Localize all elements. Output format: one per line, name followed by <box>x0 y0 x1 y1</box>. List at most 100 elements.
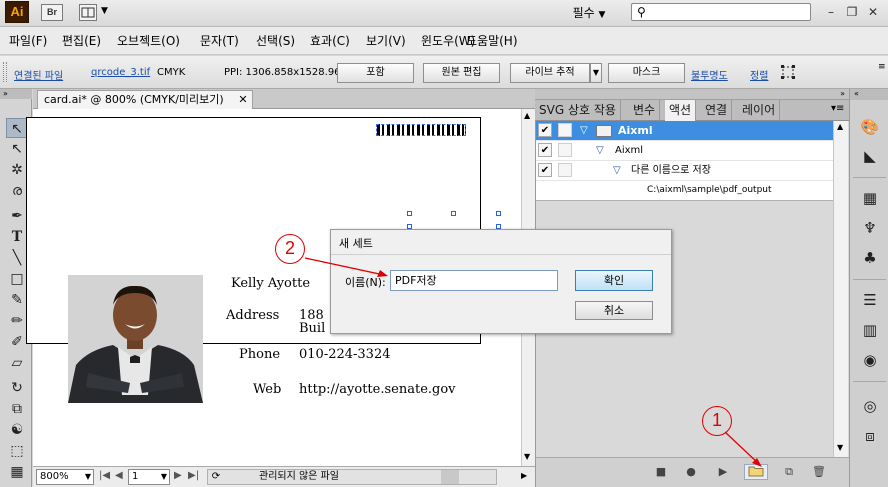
panel-menu-icon[interactable]: ▾≡ <box>831 103 844 114</box>
embed-button[interactable]: 포함 <box>337 63 414 83</box>
transform-icon[interactable] <box>780 64 796 80</box>
brushes-icon[interactable]: ♆ <box>858 217 882 239</box>
action-row[interactable]: ✔ ▽ Aixml <box>536 141 833 161</box>
blob-brush-tool-icon[interactable]: ✐ <box>6 332 28 352</box>
scroll-up-icon[interactable]: ▲ <box>837 122 843 131</box>
swatches-icon[interactable]: ▦ <box>858 187 882 209</box>
tab-variables[interactable]: 변수 <box>629 100 661 120</box>
expand-triangle-icon[interactable]: ▽ <box>580 121 588 140</box>
dialog-toggle-checkbox[interactable] <box>558 143 572 157</box>
qrcode-image[interactable] <box>376 124 466 136</box>
scroll-thumb[interactable] <box>441 470 459 484</box>
command-row[interactable]: ✔ ▽ 다른 이름으로 저장 <box>536 161 833 181</box>
scroll-down-icon[interactable]: ▼ <box>837 443 843 452</box>
linked-filename-link[interactable]: qrcode_3.tif <box>91 67 150 78</box>
command-detail-row[interactable]: C:\aixml\sample\pdf_output <box>536 181 833 201</box>
color-guide-icon[interactable]: ◣ <box>858 145 882 167</box>
eraser-tool-icon[interactable]: ▱ <box>6 353 28 373</box>
menu-type[interactable]: 문자(T) <box>200 27 239 55</box>
toggle-item-checkbox[interactable]: ✔ <box>538 143 552 157</box>
arrange-documents-icon[interactable] <box>79 4 97 21</box>
linked-file-link[interactable]: 연결된 파일 <box>14 67 63 82</box>
symbol-sprayer-tool-icon[interactable]: ▦ <box>6 462 28 482</box>
dialog-toggle-checkbox[interactable] <box>558 123 572 137</box>
tools-collapse-icon[interactable]: » <box>0 89 32 99</box>
symbols-icon[interactable]: ♣ <box>858 247 882 269</box>
create-new-action-icon[interactable]: ⧉ <box>780 464 798 480</box>
arrange-dropdown-icon[interactable]: ▼ <box>101 6 108 16</box>
first-artboard-icon[interactable]: |◀ <box>99 470 110 481</box>
live-trace-button[interactable]: 라이브 추적 <box>510 63 590 83</box>
minimize-button[interactable]: – <box>822 3 840 21</box>
pencil-tool-icon[interactable]: ✏ <box>6 311 28 331</box>
line-tool-icon[interactable]: ╲ <box>6 248 28 268</box>
delete-icon[interactable]: 🗑 <box>810 464 828 480</box>
scroll-right-icon[interactable]: ▶ <box>521 471 527 480</box>
expand-triangle-icon[interactable]: ▽ <box>613 161 621 180</box>
help-search-input[interactable]: ⚲ <box>631 3 811 21</box>
scroll-down-icon[interactable]: ▼ <box>524 452 530 461</box>
panel-vertical-scrollbar[interactable]: ▲ ▼ <box>833 121 848 457</box>
artboard-number-field[interactable]: 1 ▼ <box>128 469 170 485</box>
dock-collapse-icon[interactable]: « <box>850 89 888 100</box>
bridge-button[interactable]: Br <box>41 4 63 21</box>
scroll-up-icon[interactable]: ▲ <box>524 111 530 120</box>
free-transform-tool-icon[interactable]: ⬚ <box>6 441 28 461</box>
appearance-panel-icon[interactable]: ◎ <box>858 395 882 417</box>
menu-view[interactable]: 보기(V) <box>366 27 406 55</box>
stroke-panel-icon[interactable]: ☰ <box>858 289 882 311</box>
rotate-tool-icon[interactable]: ↻ <box>6 378 28 398</box>
dialog-toggle-checkbox[interactable] <box>558 163 572 177</box>
gripper-icon[interactable] <box>3 62 7 82</box>
play-selection-icon[interactable]: ▶ <box>714 464 732 480</box>
direct-selection-tool-icon[interactable]: ↖ <box>6 139 28 159</box>
paintbrush-tool-icon[interactable]: ✎ <box>6 290 28 310</box>
tab-svg-interactivity[interactable]: SVG 상호 작용 <box>535 100 621 120</box>
menu-edit[interactable]: 편집(E) <box>62 27 101 55</box>
workspace-switcher[interactable]: 필수 ▼ <box>562 2 616 24</box>
edit-original-button[interactable]: 원본 편집 <box>423 63 500 83</box>
set-name-input[interactable]: PDF저장 <box>390 270 558 291</box>
selection-tool-icon[interactable]: ↖ <box>6 118 28 138</box>
selection-handle[interactable] <box>407 211 412 216</box>
restore-button[interactable]: ❐ <box>843 3 861 21</box>
warp-tool-icon[interactable]: ☯ <box>6 420 28 440</box>
ok-button[interactable]: 확인 <box>575 270 653 291</box>
type-tool-icon[interactable]: T <box>6 227 28 247</box>
color-panel-icon[interactable]: 🎨 <box>858 116 882 138</box>
begin-recording-icon[interactable]: ● <box>682 464 700 480</box>
opacity-link[interactable]: 불투명도 <box>691 67 728 82</box>
cancel-button[interactable]: 취소 <box>575 301 653 320</box>
tab-actions[interactable]: 액션 <box>665 100 697 121</box>
graphic-styles-icon[interactable]: ⧈ <box>858 425 882 447</box>
zoom-field[interactable]: 800% ▼ <box>36 469 94 485</box>
previous-artboard-icon[interactable]: ◀ <box>115 470 123 481</box>
mask-button[interactable]: 마스크 <box>608 63 685 83</box>
tab-links[interactable]: 연결 <box>701 100 733 120</box>
menu-select[interactable]: 선택(S) <box>256 27 295 55</box>
action-set-row[interactable]: ✔ ▽ Aixml <box>536 121 833 141</box>
close-icon[interactable]: ✕ <box>864 3 882 21</box>
trace-options-dropdown[interactable]: ▼ <box>590 63 602 83</box>
menu-file[interactable]: 파일(F) <box>9 27 47 55</box>
scale-tool-icon[interactable]: ⧉ <box>6 399 28 419</box>
menu-object[interactable]: 오브젝트(O) <box>117 27 180 55</box>
rectangle-tool-icon[interactable]: □ <box>6 269 28 289</box>
horizontal-scrollbar[interactable]: ⟳ 관리되지 않은 파일 <box>207 469 497 485</box>
magic-wand-tool-icon[interactable]: ✲ <box>6 160 28 180</box>
panel-collapse-bar[interactable]: » <box>535 89 849 100</box>
document-tab[interactable]: card.ai* @ 800% (CMYK/미리보기) ✕ <box>37 90 253 109</box>
create-new-set-button[interactable] <box>744 464 768 480</box>
close-icon[interactable]: ✕ <box>236 91 250 109</box>
status-menu-icon[interactable]: ⟳ <box>208 470 224 484</box>
menu-help[interactable]: 도움말(H) <box>466 27 518 55</box>
selection-handle[interactable] <box>496 211 501 216</box>
collapse-icon[interactable]: » <box>840 89 845 99</box>
expand-triangle-icon[interactable]: ▽ <box>596 141 604 160</box>
transparency-panel-icon[interactable]: ◉ <box>858 349 882 371</box>
control-bar-menu-icon[interactable]: ≡ <box>878 62 886 72</box>
last-artboard-icon[interactable]: ▶| <box>188 470 199 481</box>
tab-layers[interactable]: 레이어 <box>738 100 781 120</box>
toggle-item-checkbox[interactable]: ✔ <box>538 163 552 177</box>
next-artboard-icon[interactable]: ▶ <box>174 470 182 481</box>
